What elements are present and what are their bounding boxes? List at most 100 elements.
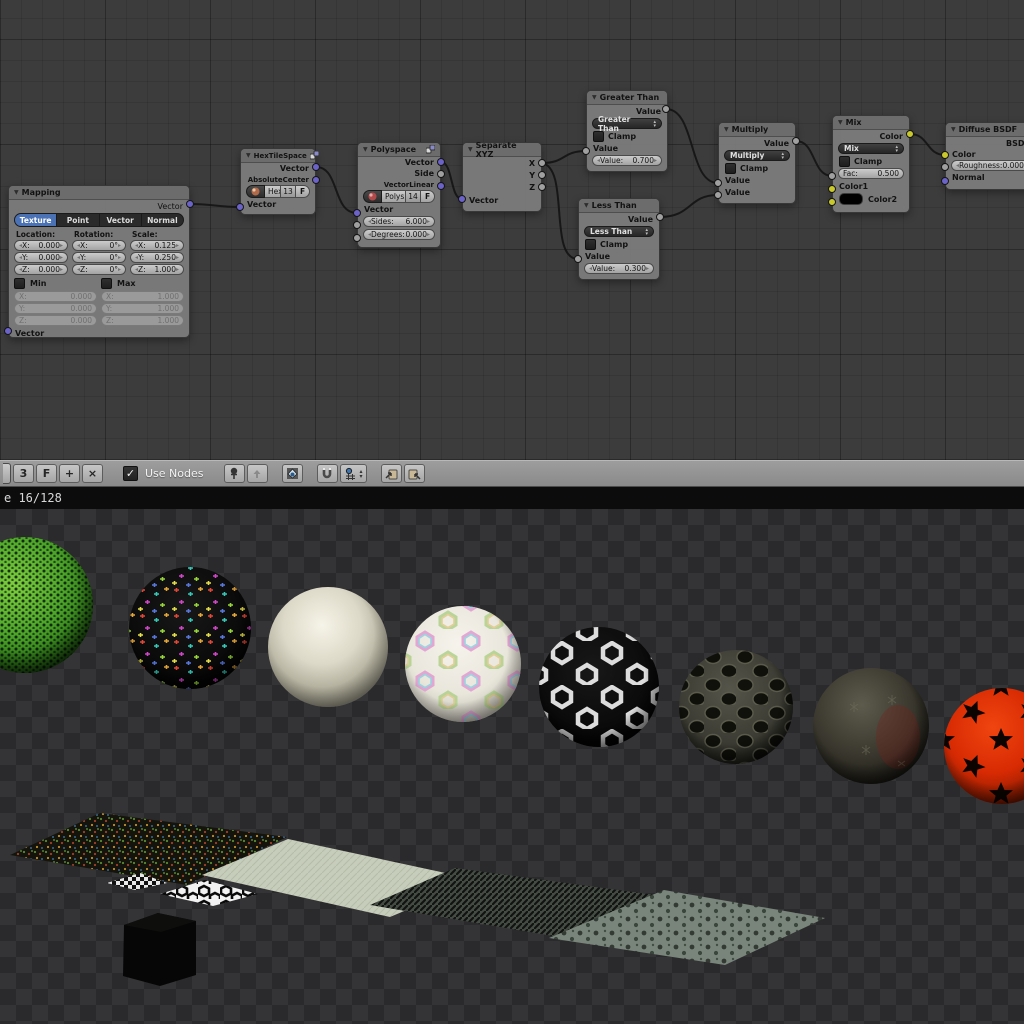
unlink-button[interactable]: × (82, 464, 103, 483)
max-y-field[interactable]: Y:1.000 (101, 303, 184, 314)
operation-dropdown[interactable]: Greater Than▴▾ (592, 118, 662, 129)
location-x-field[interactable]: ◂X:0.000▸ (14, 240, 68, 251)
socket-less-value-out[interactable] (656, 213, 664, 221)
collapse-icon[interactable]: ▼ (246, 152, 251, 159)
socket-diffuse-color-in[interactable] (941, 151, 949, 159)
name-field-clipped[interactable] (3, 463, 11, 484)
min-x-field[interactable]: X:0.000 (14, 291, 97, 302)
socket-polyspace-vector-out[interactable] (437, 158, 445, 166)
fake-user-button[interactable]: F (421, 190, 435, 203)
collapse-icon[interactable]: ▼ (584, 202, 589, 209)
socket-hextile-vector-in[interactable] (236, 203, 244, 211)
sides-field[interactable]: ◂Sides:6.000▸ (363, 216, 435, 227)
node-mix[interactable]: ▼ Mix Color Mix▴▾ Clamp Fac:0.500 Color1… (832, 115, 910, 213)
socket-polyspace-vectorlinear-out[interactable] (437, 182, 445, 190)
nodegroup-name-field[interactable]: HexTi (265, 185, 281, 198)
node-hextilespace[interactable]: ▼ HexTileSpace Vector AbsoluteCenter Hex… (240, 148, 316, 215)
color2-swatch[interactable] (839, 193, 863, 205)
node-separate-xyz[interactable]: ▼ Separate XYZ X Y Z Vector (462, 142, 542, 212)
operation-dropdown[interactable]: Less Than▴▾ (584, 226, 654, 237)
collapse-icon[interactable]: ▼ (838, 119, 843, 126)
socket-mix-color1-in[interactable] (828, 185, 836, 193)
fake-user-button[interactable]: F (36, 464, 57, 483)
socket-greater-value-out[interactable] (662, 105, 670, 113)
browse-nodegroup-icon[interactable] (363, 190, 382, 203)
value-field[interactable]: ◂Value:0.700▸ (592, 155, 662, 166)
socket-separate-z-out[interactable] (538, 183, 546, 191)
clamp-checkbox[interactable] (585, 239, 596, 250)
socket-less-value-in[interactable] (574, 255, 582, 263)
tab-normal[interactable]: Normal (142, 214, 183, 226)
socket-multiply-value1-in[interactable] (714, 179, 722, 187)
add-new-button[interactable]: + (59, 464, 80, 483)
max-z-field[interactable]: Z:1.000 (101, 315, 184, 326)
nodegroup-name-field[interactable]: Polys (382, 190, 406, 203)
socket-polyspace-side-out[interactable] (437, 170, 445, 178)
node-multiply[interactable]: ▼ Multiply Value Multiply▴▾ Clamp Value … (718, 122, 796, 204)
clamp-checkbox[interactable] (839, 156, 850, 167)
tab-vector[interactable]: Vector (100, 214, 142, 226)
rotation-z-field[interactable]: ◂Z:0°▸ (72, 264, 126, 275)
clamp-checkbox[interactable] (593, 131, 604, 142)
location-z-field[interactable]: ◂Z:0.000▸ (14, 264, 68, 275)
operation-dropdown[interactable]: Multiply▴▾ (724, 150, 790, 161)
fac-field[interactable]: Fac:0.500 (838, 168, 904, 179)
socket-polyspace-vector-in[interactable] (353, 209, 361, 217)
rotation-y-field[interactable]: ◂Y:0°▸ (72, 252, 126, 263)
socket-diffuse-roughness-in[interactable] (941, 163, 949, 171)
collapse-icon[interactable]: ▼ (363, 146, 368, 153)
socket-hextile-absolutecenter-out[interactable] (312, 176, 320, 184)
scale-y-field[interactable]: ◂Y:0.250▸ (130, 252, 184, 263)
go-parent-icon[interactable] (247, 464, 268, 483)
collapse-icon[interactable]: ▼ (724, 126, 729, 133)
fake-user-button[interactable]: F (296, 185, 310, 198)
socket-mix-color2-in[interactable] (828, 198, 836, 206)
scale-x-field[interactable]: ◂X:0.125▸ (130, 240, 184, 251)
nodegroup-datablock[interactable]: HexTi 13 F (241, 185, 315, 198)
socket-mix-fac-in[interactable] (828, 172, 836, 180)
node-less-than[interactable]: ▼ Less Than Value Less Than▴▾ Clamp Valu… (578, 198, 660, 280)
node-mapping[interactable]: ▼ Mapping Vector Texture Point Vector No… (8, 185, 190, 338)
node-polyspace[interactable]: ▼ Polyspace Vector Side VectorLinear Pol… (357, 142, 441, 248)
socket-multiply-value-out[interactable] (792, 137, 800, 145)
socket-mix-color-out[interactable] (906, 130, 914, 138)
collapse-icon[interactable]: ▼ (468, 146, 473, 153)
socket-diffuse-normal-in[interactable] (941, 177, 949, 185)
min-y-field[interactable]: Y:0.000 (14, 303, 97, 314)
degrees-field[interactable]: ◂Degrees:0.000▸ (363, 229, 435, 240)
mapping-type-tabs[interactable]: Texture Point Vector Normal (14, 213, 184, 227)
viewport-render-preview[interactable] (0, 509, 1024, 1024)
socket-mapping-vector-out[interactable] (186, 200, 194, 208)
collapse-icon[interactable]: ▼ (14, 189, 19, 196)
socket-separate-y-out[interactable] (538, 171, 546, 179)
browse-nodegroup-icon[interactable] (246, 185, 265, 198)
location-y-field[interactable]: ◂Y:0.000▸ (14, 252, 68, 263)
material-preview-icon[interactable] (282, 464, 303, 483)
user-count-button[interactable]: 3 (13, 464, 34, 483)
socket-greater-value-in[interactable] (582, 147, 590, 155)
min-z-field[interactable]: Z:0.000 (14, 315, 97, 326)
node-mapping-header[interactable]: ▼ Mapping (9, 186, 189, 200)
collapse-icon[interactable]: ▼ (951, 126, 956, 133)
rotation-x-field[interactable]: ◂X:0°▸ (72, 240, 126, 251)
socket-hextile-vector-out[interactable] (312, 163, 320, 171)
socket-separate-x-out[interactable] (538, 159, 546, 167)
collapse-icon[interactable]: ▼ (592, 94, 597, 101)
socket-multiply-value2-in[interactable] (714, 191, 722, 199)
user-count-button[interactable]: 13 (281, 185, 296, 198)
pin-icon[interactable] (224, 464, 245, 483)
socket-separate-vector-in[interactable] (458, 195, 466, 203)
min-checkbox[interactable] (14, 278, 25, 289)
clamp-checkbox[interactable] (725, 163, 736, 174)
user-count-button[interactable]: 14 (406, 190, 421, 203)
use-nodes-checkbox[interactable]: ✓ (123, 466, 138, 481)
node-diffuse-bsdf[interactable]: ▼ Diffuse BSDF BSDF Color ◂Roughness:0.0… (945, 122, 1024, 190)
scale-z-field[interactable]: ◂Z:1.000▸ (130, 264, 184, 275)
blend-type-dropdown[interactable]: Mix▴▾ (838, 143, 904, 154)
socket-mapping-vector-in[interactable] (4, 327, 12, 335)
max-checkbox[interactable] (101, 278, 112, 289)
socket-polyspace-sides-in[interactable] (353, 221, 361, 229)
snap-target-icon[interactable]: ▴▾ (340, 464, 367, 483)
paste-nodes-icon[interactable] (404, 464, 425, 483)
snap-magnet-icon[interactable] (317, 464, 338, 483)
